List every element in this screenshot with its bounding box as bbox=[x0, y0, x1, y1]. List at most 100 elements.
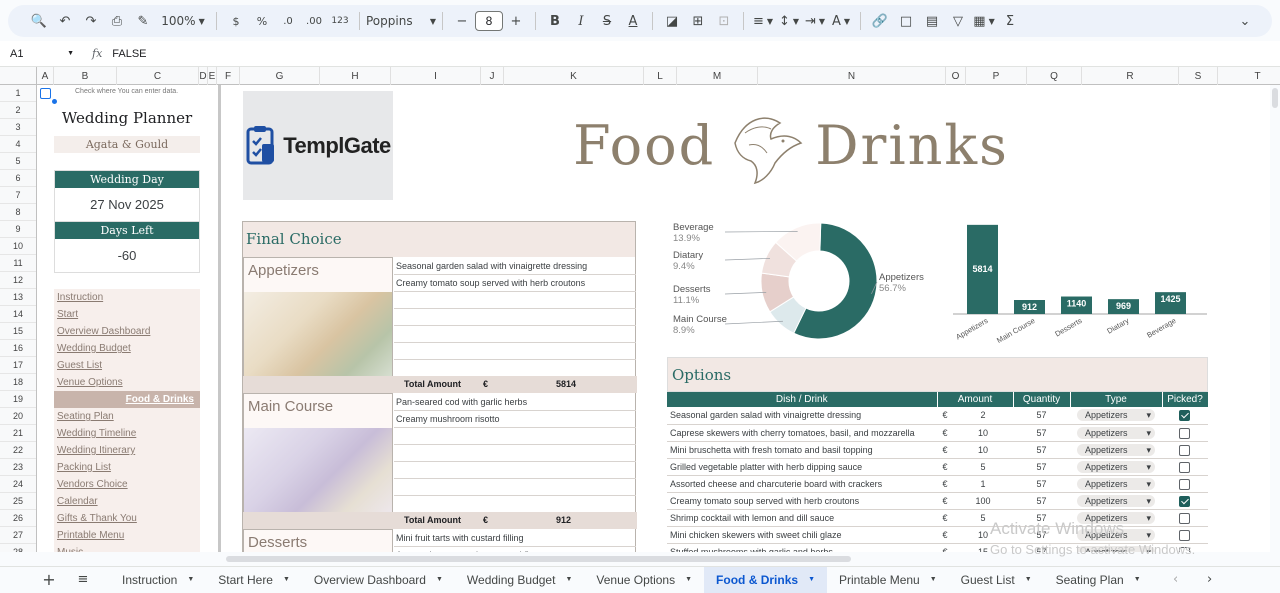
fill-color-icon[interactable]: ◪ bbox=[659, 8, 685, 34]
picked-checkbox[interactable] bbox=[1179, 512, 1190, 524]
row-header[interactable]: 21 bbox=[0, 425, 36, 442]
row-header[interactable]: 26 bbox=[0, 510, 36, 527]
column-header[interactable]: J bbox=[481, 67, 504, 85]
comment-icon[interactable]: □ bbox=[893, 8, 919, 34]
column-header[interactable]: G bbox=[240, 67, 320, 85]
chosen-item[interactable] bbox=[394, 428, 636, 445]
sheet-tab[interactable]: Food & Drinks ▼ bbox=[704, 566, 827, 593]
functions-icon[interactable]: Σ bbox=[997, 8, 1023, 34]
sheet-tab[interactable]: Overview Dashboard ▼ bbox=[302, 567, 455, 593]
text-wrap-icon[interactable]: ⇥ ▼ bbox=[802, 8, 828, 34]
borders-icon[interactable]: ⊞ bbox=[685, 8, 711, 34]
row-header[interactable]: 18 bbox=[0, 374, 36, 391]
column-header[interactable]: N bbox=[758, 67, 946, 85]
row-header[interactable]: 19 bbox=[0, 391, 36, 408]
chosen-item[interactable]: Assorted macarons in seasonal flavors bbox=[394, 547, 636, 552]
nav-link[interactable]: Guest List bbox=[54, 357, 200, 374]
row-header[interactable]: 4 bbox=[0, 136, 36, 153]
amount-value[interactable]: 15 bbox=[953, 543, 1013, 552]
chosen-item[interactable] bbox=[394, 360, 636, 377]
column-header[interactable]: K bbox=[504, 67, 644, 85]
column-header[interactable]: C bbox=[117, 67, 199, 85]
select-all-corner[interactable] bbox=[0, 67, 37, 85]
row-header[interactable]: 25 bbox=[0, 493, 36, 510]
row-header[interactable]: 2 bbox=[0, 102, 36, 119]
chevron-down-icon[interactable]: ▼ bbox=[1025, 576, 1032, 583]
picked-checkbox[interactable] bbox=[1179, 444, 1190, 456]
chosen-item[interactable] bbox=[394, 343, 636, 360]
row-header[interactable]: 14 bbox=[0, 306, 36, 323]
column-header[interactable]: O bbox=[946, 67, 966, 85]
merge-cells-icon[interactable]: ⊡ bbox=[711, 8, 737, 34]
column-header[interactable]: M bbox=[677, 67, 758, 85]
sheet-tab[interactable]: Seating Plan ▼ bbox=[1044, 567, 1153, 593]
row-header[interactable]: 11 bbox=[0, 255, 36, 272]
column-header-dish[interactable]: Dish / Drink bbox=[667, 392, 938, 407]
row-header[interactable]: 23 bbox=[0, 459, 36, 476]
column-header[interactable]: P bbox=[966, 67, 1027, 85]
undo-icon[interactable]: ↶ bbox=[52, 8, 78, 34]
column-header[interactable]: Q bbox=[1027, 67, 1082, 85]
percent-format-button[interactable]: % bbox=[249, 8, 275, 34]
nav-link[interactable]: Overview Dashboard bbox=[54, 323, 200, 340]
type-dropdown[interactable]: Appetizers ▾ bbox=[1077, 460, 1155, 473]
column-header[interactable]: S bbox=[1179, 67, 1218, 85]
nav-link[interactable]: Wedding Itinerary bbox=[54, 442, 200, 459]
amount-value[interactable]: 5 bbox=[953, 458, 1013, 476]
strikethrough-icon[interactable]: S bbox=[594, 8, 620, 34]
paint-format-icon[interactable]: ✎ bbox=[130, 8, 156, 34]
sheet-grid[interactable]: Check where You can enter data. Wedding … bbox=[37, 85, 1270, 552]
column-header-type[interactable]: Type bbox=[1070, 392, 1163, 407]
quantity-value[interactable]: 57 bbox=[1013, 424, 1070, 442]
dish-name[interactable]: Mini bruschetta with fresh tomato and ba… bbox=[667, 441, 937, 459]
column-header-picked[interactable]: Picked? bbox=[1162, 392, 1209, 407]
link-icon[interactable]: 🔗 bbox=[867, 8, 893, 34]
dish-name[interactable]: Mini chicken skewers with sweet chili gl… bbox=[667, 526, 937, 544]
quantity-value[interactable]: 57 bbox=[1013, 543, 1070, 552]
text-rotation-icon[interactable]: A ▼ bbox=[828, 8, 854, 34]
chosen-item[interactable] bbox=[394, 496, 636, 513]
row-header[interactable]: 10 bbox=[0, 238, 36, 255]
formula-input[interactable]: fx FALSE bbox=[92, 47, 147, 60]
dish-name[interactable]: Stuffed mushrooms with garlic and herbs bbox=[667, 543, 937, 552]
type-dropdown[interactable]: Appetizers ▾ bbox=[1077, 528, 1155, 541]
picked-checkbox[interactable] bbox=[1179, 427, 1190, 439]
plus-icon[interactable]: + bbox=[503, 8, 529, 34]
type-dropdown[interactable]: Appetizers ▾ bbox=[1077, 477, 1155, 490]
row-header[interactable]: 22 bbox=[0, 442, 36, 459]
column-header[interactable]: B bbox=[54, 67, 117, 85]
row-header[interactable]: 24 bbox=[0, 476, 36, 493]
column-header[interactable]: H bbox=[320, 67, 391, 85]
amount-value[interactable]: 100 bbox=[953, 492, 1013, 510]
picked-checkbox[interactable] bbox=[1179, 495, 1190, 507]
quantity-value[interactable]: 57 bbox=[1013, 509, 1070, 527]
row-header[interactable]: 9 bbox=[0, 221, 36, 238]
name-box[interactable]: A1 ▼ bbox=[0, 44, 80, 64]
zoom-select[interactable]: 100% ▼ bbox=[156, 8, 210, 34]
amount-value[interactable]: 2 bbox=[953, 407, 1013, 425]
column-header[interactable]: F bbox=[217, 67, 240, 85]
all-sheets-icon[interactable]: ≡ bbox=[70, 567, 96, 593]
chosen-item[interactable] bbox=[394, 326, 636, 343]
column-header[interactable]: D bbox=[199, 67, 208, 85]
nav-link[interactable]: Packing List bbox=[54, 459, 200, 476]
chosen-item[interactable]: Creamy tomato soup served with herb crou… bbox=[394, 275, 636, 292]
font-size-input[interactable]: 8 bbox=[475, 11, 503, 31]
search-icon[interactable]: 🔍 bbox=[26, 8, 52, 34]
redo-icon[interactable]: ↷ bbox=[78, 8, 104, 34]
chevron-down-icon[interactable]: ⌄ bbox=[1232, 8, 1258, 34]
bold-icon[interactable]: B bbox=[542, 8, 568, 34]
cell-checkbox[interactable] bbox=[40, 88, 51, 99]
chart-icon[interactable]: ▤ bbox=[919, 8, 945, 34]
chosen-item[interactable]: Pan-seared cod with garlic herbs bbox=[394, 394, 636, 411]
amount-value[interactable]: 10 bbox=[953, 526, 1013, 544]
dish-name[interactable]: Seasonal garden salad with vinaigrette d… bbox=[667, 407, 937, 425]
align-horizontal-icon[interactable]: ≡ ▼ bbox=[750, 8, 776, 34]
row-header[interactable]: 16 bbox=[0, 340, 36, 357]
sheet-tab[interactable]: Printable Menu ▼ bbox=[827, 567, 949, 593]
chosen-item[interactable] bbox=[394, 292, 636, 309]
type-dropdown[interactable]: Appetizers ▾ bbox=[1077, 409, 1155, 422]
nav-link[interactable]: Wedding Timeline bbox=[54, 425, 200, 442]
nav-link[interactable]: Gifts & Thank You bbox=[54, 510, 200, 527]
row-header[interactable]: 27 bbox=[0, 527, 36, 544]
